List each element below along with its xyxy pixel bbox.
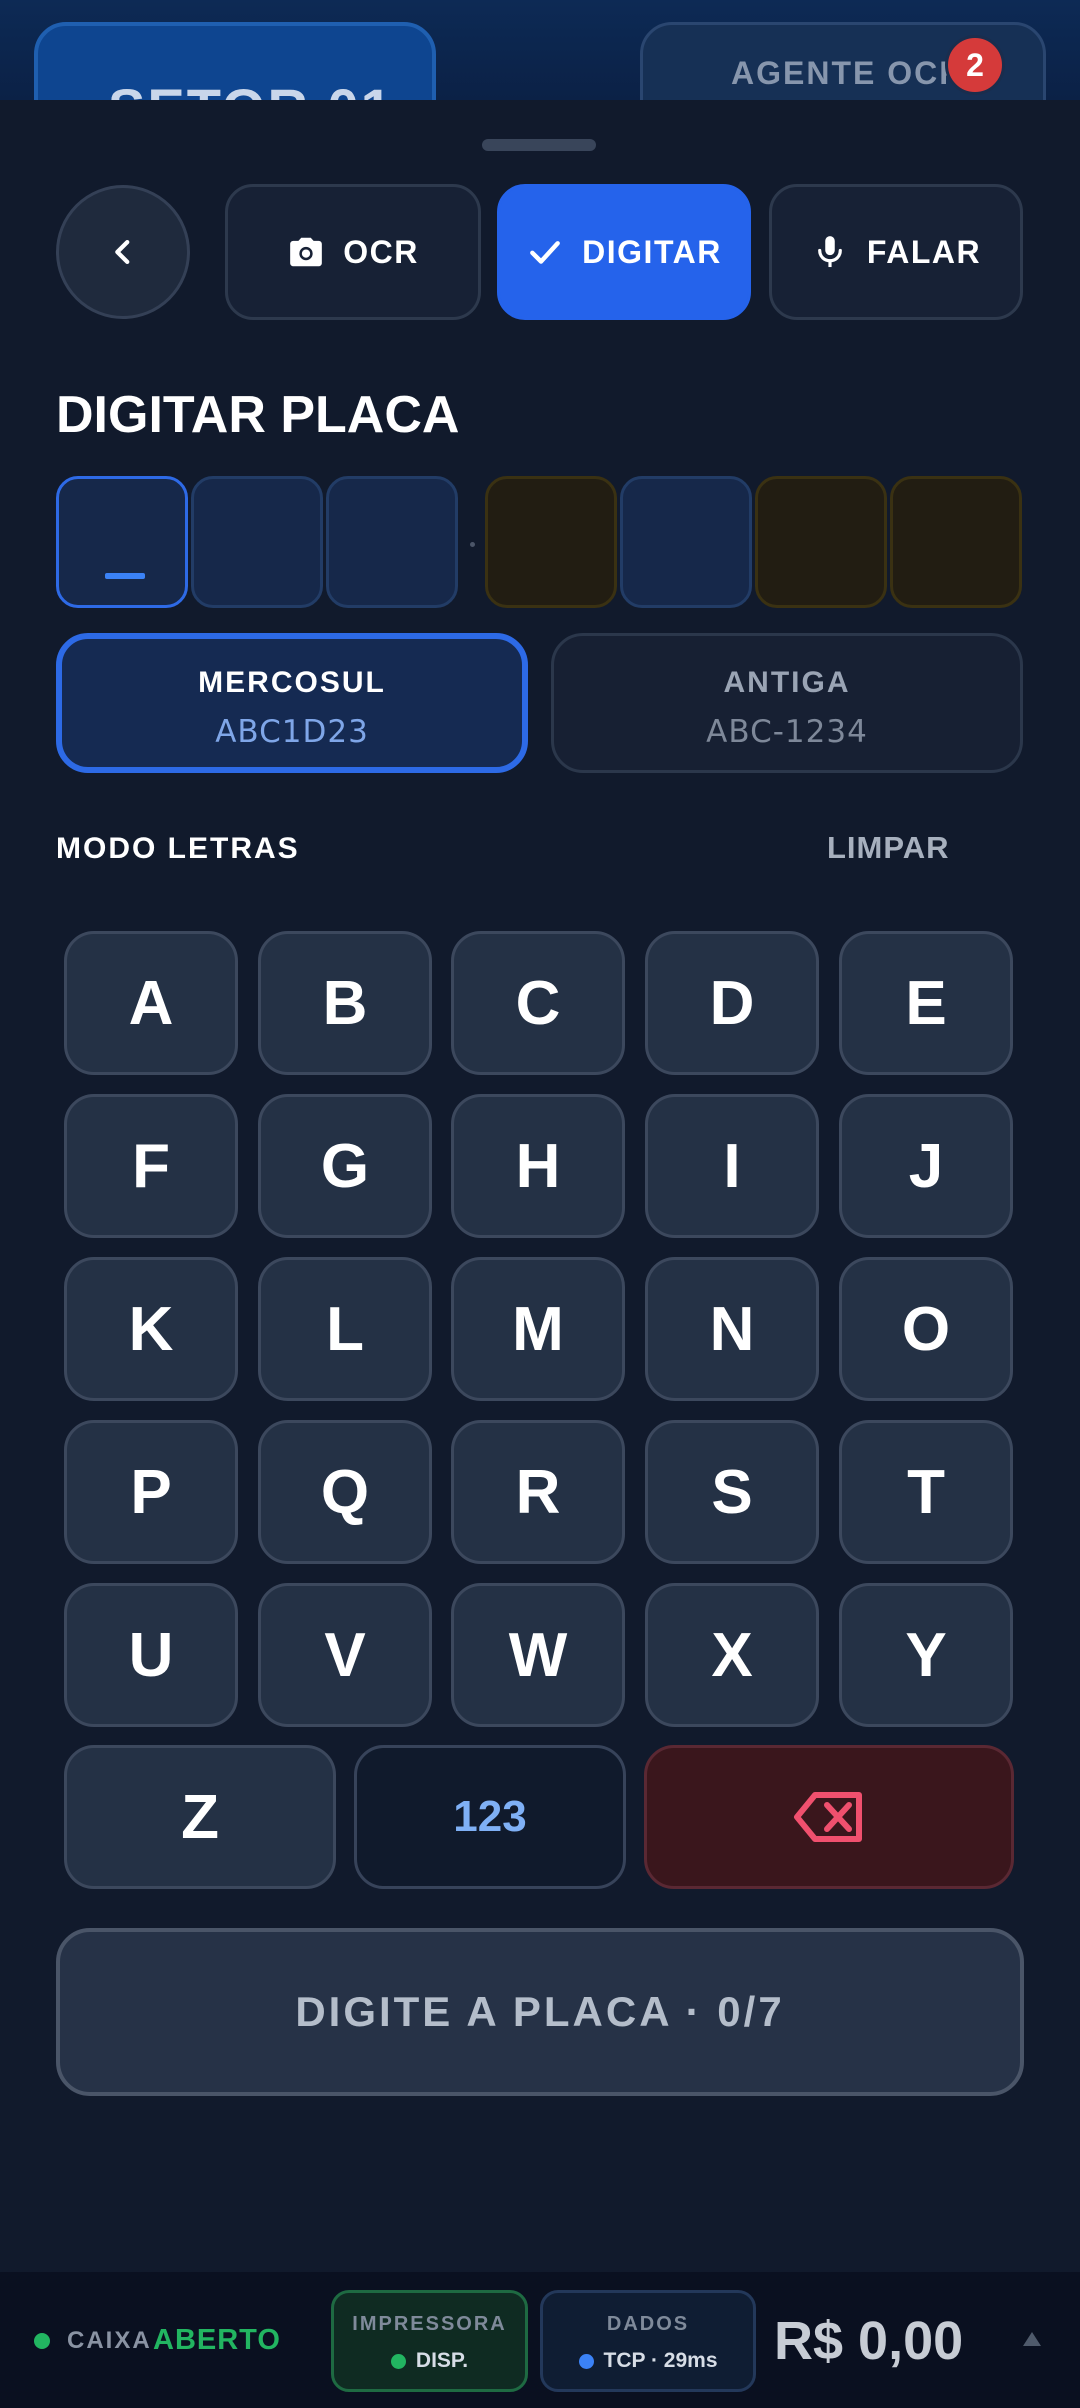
microphone-icon <box>818 236 842 268</box>
key-m[interactable]: M <box>451 1257 625 1401</box>
key-i[interactable]: I <box>645 1094 819 1238</box>
key-w[interactable]: W <box>451 1583 625 1727</box>
format-name: ANTIGA <box>723 666 851 699</box>
sheet-drag-handle[interactable] <box>482 139 596 151</box>
plate-slot-4[interactable] <box>485 476 617 608</box>
data-value: TCP · 29ms <box>603 2349 718 2372</box>
key-d[interactable]: D <box>645 931 819 1075</box>
key-l[interactable]: L <box>258 1257 432 1401</box>
page-title: DIGITAR PLACA <box>56 386 460 444</box>
keyboard-mode-label: MODO LETRAS <box>56 832 300 865</box>
printer-status-dot <box>390 2353 406 2369</box>
key-y[interactable]: Y <box>839 1583 1013 1727</box>
format-example: ABC-1234 <box>706 714 868 750</box>
plate-slot-2[interactable] <box>191 476 323 608</box>
key-x[interactable]: X <box>645 1583 819 1727</box>
key-g[interactable]: G <box>258 1094 432 1238</box>
camera-icon <box>290 237 323 267</box>
format-example: ABC1D23 <box>215 714 369 750</box>
key-v[interactable]: V <box>258 1583 432 1727</box>
data-title: DADOS <box>606 2313 690 2335</box>
key-q[interactable]: Q <box>258 1420 432 1564</box>
key-k[interactable]: K <box>64 1257 238 1401</box>
clear-button[interactable]: LIMPAR <box>827 830 950 866</box>
tab-ocr[interactable]: OCR <box>225 184 481 320</box>
key-c[interactable]: C <box>451 931 625 1075</box>
plate-slot-3[interactable] <box>326 476 458 608</box>
balance-amount: R$ 0,00 <box>774 2311 964 2371</box>
plate-slot-6[interactable] <box>755 476 887 608</box>
key-u[interactable]: U <box>64 1583 238 1727</box>
plate-entry-sheet: OCR DIGITAR FALAR DIGITAR PLACA MERCOSUL… <box>0 100 1080 2272</box>
tab-ocr-label: OCR <box>343 233 419 270</box>
key-p[interactable]: P <box>64 1420 238 1564</box>
plate-slot-7[interactable] <box>890 476 1022 608</box>
status-bar: CAIXA ABERTO IMPRESSORA DISP. DADOS TCP … <box>0 2272 1080 2408</box>
data-status-pill[interactable]: DADOS TCP · 29ms <box>540 2290 756 2392</box>
numbers-toggle-button[interactable]: 123 <box>354 1745 626 1889</box>
tab-falar-label: FALAR <box>866 233 982 270</box>
format-antiga-button[interactable]: ANTIGA ABC-1234 <box>551 633 1023 773</box>
caixa-status: ABERTO <box>153 2324 281 2356</box>
key-n[interactable]: N <box>645 1257 819 1401</box>
key-a[interactable]: A <box>64 931 238 1075</box>
background-header: SETOR 01 AGENTE OCR 2 <box>0 0 1080 142</box>
notification-badge: 2 <box>945 35 1005 95</box>
caixa-label: CAIXA <box>67 2327 152 2354</box>
key-f[interactable]: F <box>64 1094 238 1238</box>
tab-digitar-label: DIGITAR <box>582 233 722 270</box>
key-r[interactable]: R <box>451 1420 625 1564</box>
check-icon <box>530 241 561 264</box>
plate-slot-1[interactable] <box>56 476 188 608</box>
key-j[interactable]: J <box>839 1094 1013 1238</box>
plate-separator <box>470 542 475 547</box>
key-h[interactable]: H <box>451 1094 625 1238</box>
key-s[interactable]: S <box>645 1420 819 1564</box>
plate-slot-5[interactable] <box>620 476 752 608</box>
key-b[interactable]: B <box>258 931 432 1075</box>
key-t[interactable]: T <box>839 1420 1013 1564</box>
input-cursor <box>105 573 145 579</box>
chevron-left-icon <box>115 239 130 265</box>
key-e[interactable]: E <box>839 931 1013 1075</box>
caret-up-icon[interactable] <box>1023 2332 1041 2346</box>
printer-status-pill[interactable]: IMPRESSORA DISP. <box>331 2290 528 2392</box>
key-o[interactable]: O <box>839 1257 1013 1401</box>
submit-plate-button[interactable]: DIGITE A PLACA · 0/7 <box>56 1928 1024 2096</box>
caixa-status-dot <box>34 2333 50 2349</box>
format-mercosul-button[interactable]: MERCOSUL ABC1D23 <box>56 633 528 773</box>
back-button[interactable] <box>56 185 190 319</box>
agent-label: AGENTE OCR <box>731 55 965 91</box>
data-status-dot <box>578 2353 594 2369</box>
key-z[interactable]: Z <box>64 1745 336 1889</box>
backspace-icon <box>794 1792 862 1842</box>
tab-digitar[interactable]: DIGITAR <box>497 184 751 320</box>
printer-title: IMPRESSORA <box>352 2313 507 2335</box>
backspace-button[interactable] <box>644 1745 1014 1889</box>
printer-value: DISP. <box>415 2349 469 2372</box>
tab-falar[interactable]: FALAR <box>769 184 1023 320</box>
format-name: MERCOSUL <box>198 666 386 699</box>
